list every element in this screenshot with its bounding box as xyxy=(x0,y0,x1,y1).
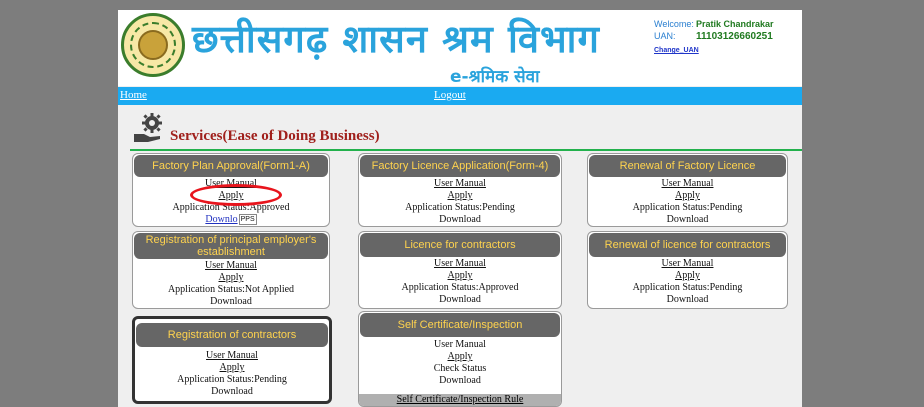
inspection-rule-link[interactable]: Self Certificate/Inspection Rule xyxy=(397,394,524,405)
user-manual-link[interactable]: User Manual xyxy=(359,258,561,270)
apply-link[interactable]: Apply xyxy=(135,362,329,374)
download-text[interactable]: Download xyxy=(588,214,787,226)
card-body: User Manual Apply Application Status:Pen… xyxy=(359,178,561,226)
card-title: Licence for contractors xyxy=(360,233,560,257)
download-text[interactable]: Download xyxy=(135,386,329,398)
portal-subtitle: e-श्रमिक सेवा xyxy=(450,67,540,87)
apply-link[interactable]: Apply xyxy=(359,270,561,282)
apply-link[interactable]: Apply xyxy=(588,190,787,202)
application-status: Application Status:Pending xyxy=(405,202,515,213)
application-status: Application Status:Not Applied xyxy=(167,284,295,295)
application-status: Application Status:Pending xyxy=(632,282,743,293)
apply-link[interactable]: Apply xyxy=(133,272,329,284)
card-title: Registration of contractors xyxy=(136,323,328,347)
user-name: Pratik Chandrakar xyxy=(696,19,774,29)
card-body: User Manual Apply Application Status:Pen… xyxy=(588,258,787,306)
divider xyxy=(130,149,802,151)
card-title: Renewal of licence for contractors xyxy=(589,233,786,257)
page: छत्तीसगढ़ शासन श्रम विभाग e-श्रमिक सेवा … xyxy=(118,10,802,407)
card-body: User Manual Apply Application Status:Not… xyxy=(133,260,329,308)
services-header: Services(Ease of Doing Business) xyxy=(118,110,802,150)
card-title: Self Certificate/Inspection xyxy=(360,313,560,337)
apply-link[interactable]: Apply xyxy=(359,351,561,363)
user-manual-link[interactable]: User Manual xyxy=(133,260,329,272)
card-body: User Manual Apply Application Status:Pen… xyxy=(135,348,329,398)
card-registration-of-contractors: Registration of contractors User Manual … xyxy=(132,316,332,404)
user-manual-link[interactable]: User Manual xyxy=(359,339,561,351)
user-manual-link[interactable]: User Manual xyxy=(588,178,787,190)
application-status: Application Status:Pending xyxy=(177,374,287,385)
emblem-center xyxy=(138,30,168,60)
government-emblem-logo xyxy=(121,13,185,77)
card-renewal-factory-licence: Renewal of Factory Licence User Manual A… xyxy=(587,153,788,227)
check-status-link[interactable]: Check Status xyxy=(359,363,561,375)
download-text[interactable]: Download xyxy=(588,294,787,306)
card-title: Renewal of Factory Licence xyxy=(589,155,786,177)
apply-link[interactable]: Apply xyxy=(588,270,787,282)
user-manual-link[interactable]: User Manual xyxy=(359,178,561,190)
application-status: Application Status:Approved xyxy=(401,282,519,293)
nav-bar: Home Logout xyxy=(118,87,802,105)
card-body: User Manual Apply Application Status:Pen… xyxy=(588,178,787,226)
card-factory-licence-application: Factory Licence Application(Form-4) User… xyxy=(358,153,562,227)
card-principal-employer-registration: Registration of principal employer's est… xyxy=(132,231,330,309)
download-text[interactable]: Download xyxy=(359,214,561,226)
card-body: User Manual Apply Check Status Download xyxy=(359,338,561,387)
apply-link[interactable]: Apply xyxy=(359,190,561,202)
tooltip: PPS xyxy=(238,214,257,226)
header: छत्तीसगढ़ शासन श्रम विभाग e-श्रमिक सेवा … xyxy=(118,10,802,87)
gear-hand-icon xyxy=(134,113,162,142)
department-title: छत्तीसगढ़ शासन श्रम विभाग xyxy=(192,17,600,61)
uan-value: 11103126660251 xyxy=(696,31,773,42)
change-uan-link[interactable]: Change_UAN xyxy=(654,47,699,54)
download-text[interactable]: Download xyxy=(133,296,329,308)
user-manual-link[interactable]: User Manual xyxy=(135,350,329,362)
user-info: Welcome: Pratik Chandrakar UAN: 1110312666… xyxy=(654,18,774,57)
card-renewal-licence-contractors: Renewal of licence for contractors User … xyxy=(587,231,788,309)
card-title: Factory Licence Application(Form-4) xyxy=(360,155,560,177)
card-self-certificate-inspection: Self Certificate/Inspection User Manual … xyxy=(358,311,562,407)
card-title: Factory Plan Approval(Form1-A) xyxy=(134,155,328,177)
application-status: Application Status:Pending xyxy=(632,202,743,213)
card-title: Registration of principal employer's est… xyxy=(134,233,328,259)
download-text[interactable]: Download xyxy=(359,294,561,306)
inspection-rule-bar: Self Certificate/Inspection Rule xyxy=(359,394,561,406)
highlight-circle-annotation xyxy=(190,184,282,206)
services-title: Services(Ease of Doing Business) xyxy=(170,128,380,144)
download-text[interactable]: Download xyxy=(359,375,561,387)
welcome-label: Welcome: xyxy=(654,19,694,29)
card-body: User Manual Apply Application Status:App… xyxy=(359,258,561,306)
user-manual-link[interactable]: User Manual xyxy=(588,258,787,270)
card-licence-for-contractors: Licence for contractors User Manual Appl… xyxy=(358,231,562,309)
logout-link[interactable]: Logout xyxy=(434,89,466,101)
home-link[interactable]: Home xyxy=(120,89,147,101)
uan-label: UAN: xyxy=(654,31,676,41)
download-link[interactable]: Downlo xyxy=(205,214,237,225)
